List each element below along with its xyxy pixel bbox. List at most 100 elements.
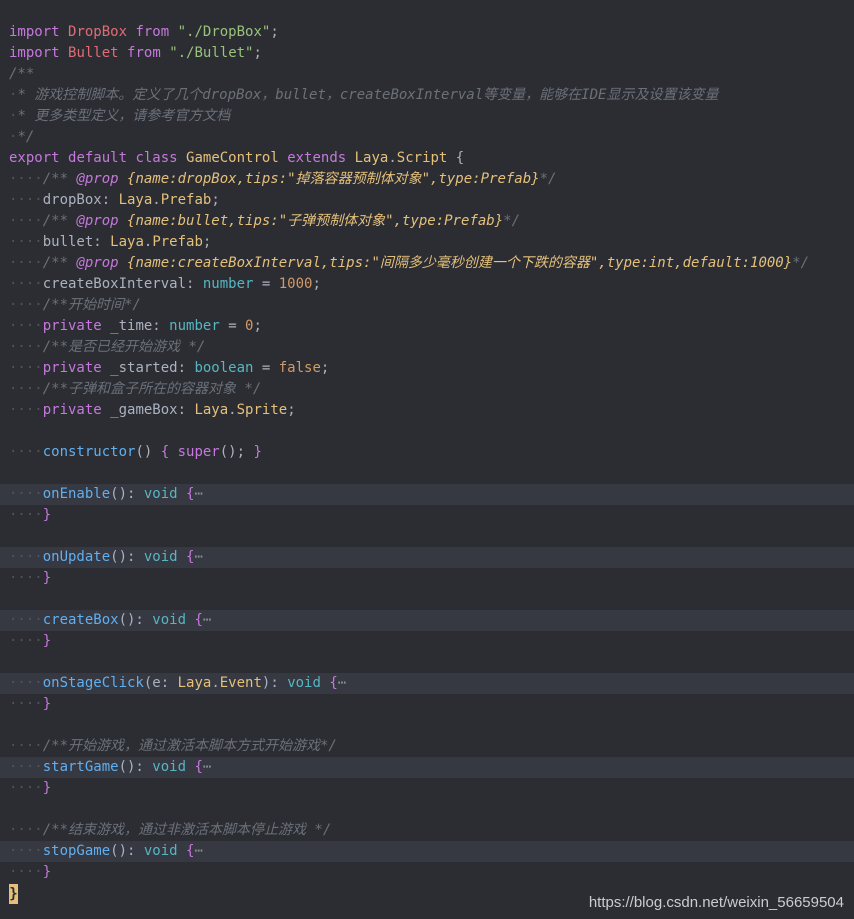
- code-token: ····: [9, 402, 43, 418]
- code-line[interactable]: ·* 游戏控制脚本。定义了几个dropBox，bullet，createBoxI…: [0, 85, 854, 106]
- code-token: @prop: [76, 171, 128, 187]
- code-token: ();: [219, 444, 254, 460]
- code-token: ····: [9, 297, 43, 313]
- code-line[interactable]: ····}: [0, 694, 854, 715]
- code-line[interactable]: import Bullet from "./Bullet";: [0, 43, 854, 64]
- code-token: createBoxInterval:: [42, 276, 203, 292]
- code-token: @prop: [76, 213, 128, 229]
- code-line[interactable]: ····}: [0, 505, 854, 526]
- code-token: */: [503, 213, 521, 229]
- code-line[interactable]: [0, 799, 854, 820]
- code-line[interactable]: [0, 526, 854, 547]
- folded-code-line[interactable]: ····stopGame(): void {⋯: [0, 841, 854, 862]
- code-line[interactable]: ····private _gameBox: Laya.Sprite;: [0, 400, 854, 421]
- code-token: _gameBox:: [110, 402, 195, 418]
- code-token: /**: [42, 171, 77, 187]
- folded-code-line[interactable]: ····createBox(): void {⋯: [0, 610, 854, 631]
- code-token: ····: [9, 843, 43, 859]
- folded-code-line[interactable]: ····onUpdate(): void {⋯: [0, 547, 854, 568]
- fold-ellipsis-icon[interactable]: ⋯: [203, 612, 211, 628]
- code-line[interactable]: ·*/: [0, 127, 854, 148]
- code-line[interactable]: [0, 589, 854, 610]
- code-line[interactable]: ····/** @prop {name:bullet,tips:"子弹预制体对象…: [0, 211, 854, 232]
- code-token: constructor: [42, 444, 136, 460]
- code-line[interactable]: ····/** @prop {name:createBoxInterval,ti…: [0, 253, 854, 274]
- code-token: ):: [261, 675, 288, 691]
- code-token: .: [388, 150, 397, 166]
- code-token: from: [135, 24, 178, 40]
- code-line[interactable]: import DropBox from "./DropBox";: [0, 22, 854, 43]
- code-token: ····: [9, 864, 43, 880]
- code-token: _time:: [110, 318, 170, 334]
- code-token: ····: [9, 213, 43, 229]
- code-line[interactable]: ····/** @prop {name:dropBox,tips:"掉落容器预制…: [0, 169, 854, 190]
- code-line[interactable]: ·* 更多类型定义，请参考官方文档: [0, 106, 854, 127]
- code-line[interactable]: ····}: [0, 568, 854, 589]
- fold-ellipsis-icon[interactable]: ⋯: [203, 759, 211, 775]
- code-line[interactable]: ····/**结束游戏，通过非激活本脚本停止游戏 */: [0, 820, 854, 841]
- code-token: ····: [9, 675, 43, 691]
- fold-ellipsis-icon[interactable]: ⋯: [194, 843, 202, 859]
- code-line[interactable]: ····}: [0, 862, 854, 883]
- code-line[interactable]: [0, 421, 854, 442]
- code-line[interactable]: ····private _time: number = 0;: [0, 316, 854, 337]
- code-token: default: [68, 150, 136, 166]
- code-token: }: [42, 633, 52, 649]
- code-token: {name:createBoxInterval,tips:"间隔多少毫秒创建一个…: [127, 255, 793, 271]
- code-token: export: [9, 150, 69, 166]
- code-line[interactable]: ····/**子弹和盒子所在的容器对象 */: [0, 379, 854, 400]
- code-line[interactable]: [0, 463, 854, 484]
- code-token: ;: [253, 45, 262, 61]
- code-line[interactable]: ····dropBox: Laya.Prefab;: [0, 190, 854, 211]
- code-token: {: [160, 444, 178, 460]
- code-token: .: [211, 675, 220, 691]
- code-token: */: [792, 255, 810, 271]
- code-line[interactable]: ····private _started: boolean = false;: [0, 358, 854, 379]
- fold-ellipsis-icon[interactable]: ⋯: [194, 549, 202, 565]
- code-token: ;: [287, 402, 296, 418]
- code-line[interactable]: ····constructor() { super(); }: [0, 442, 854, 463]
- fold-ellipsis-icon[interactable]: ⋯: [338, 675, 346, 691]
- code-token: {: [329, 675, 338, 691]
- code-token: extends: [287, 150, 355, 166]
- code-token: void: [143, 549, 187, 565]
- code-line[interactable]: [0, 652, 854, 673]
- code-token: }: [42, 864, 52, 880]
- code-token: /**开始游戏，通过激活本脚本方式开始游戏*/: [42, 738, 337, 754]
- code-token: Event: [219, 675, 262, 691]
- code-token: ():: [118, 612, 153, 628]
- code-line[interactable]: /**: [0, 64, 854, 85]
- code-line[interactable]: ····/**开始时间*/: [0, 295, 854, 316]
- code-token: ····: [9, 822, 43, 838]
- code-token: * 更多类型定义，请参考官方文档: [17, 108, 231, 124]
- code-token: super: [177, 444, 220, 460]
- code-token: ····: [9, 276, 43, 292]
- code-token: ····: [9, 507, 43, 523]
- code-token: */: [539, 171, 557, 187]
- code-line[interactable]: [0, 715, 854, 736]
- code-editor[interactable]: import DropBox from "./DropBox"; import B…: [0, 22, 854, 892]
- code-token: boolean: [194, 360, 262, 376]
- code-token: }: [42, 570, 52, 586]
- code-line[interactable]: export default class GameControl extends…: [0, 148, 854, 169]
- code-line[interactable]: ····/**开始游戏，通过激活本脚本方式开始游戏*/: [0, 736, 854, 757]
- code-line[interactable]: ····/**是否已经开始游戏 */: [0, 337, 854, 358]
- code-token: ····: [9, 549, 43, 565]
- code-token: */: [17, 129, 35, 145]
- code-token: dropBox:: [42, 192, 119, 208]
- folded-code-line[interactable]: ····onEnable(): void {⋯: [0, 484, 854, 505]
- code-token: ;: [312, 276, 321, 292]
- code-token: bullet:: [42, 234, 111, 250]
- code-line[interactable]: ····}: [0, 631, 854, 652]
- code-line[interactable]: ····createBoxInterval: number = 1000;: [0, 274, 854, 295]
- folded-code-line[interactable]: ····startGame(): void {⋯: [0, 757, 854, 778]
- code-token: ····: [9, 339, 43, 355]
- code-line[interactable]: ····bullet: Laya.Prefab;: [0, 232, 854, 253]
- code-token: ····: [9, 234, 43, 250]
- code-line[interactable]: ····}: [0, 778, 854, 799]
- code-token: createBox: [42, 612, 119, 628]
- code-token: {name:dropBox,tips:"掉落容器预制体对象",type:Pref…: [127, 171, 540, 187]
- fold-ellipsis-icon[interactable]: ⋯: [194, 486, 202, 502]
- folded-code-line[interactable]: ····onStageClick(e: Laya.Event): void {⋯: [0, 673, 854, 694]
- code-token: {: [455, 150, 465, 166]
